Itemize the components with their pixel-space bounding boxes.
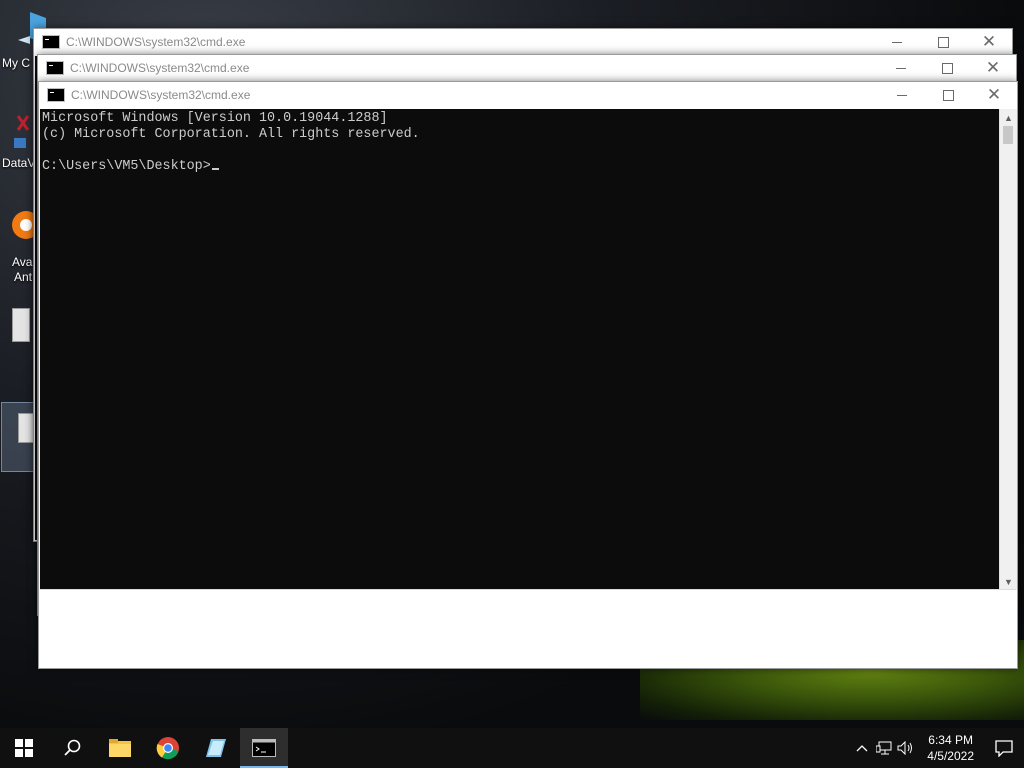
desktop-icon-label: DataV <box>2 156 36 170</box>
desktop-icon-label: Ava <box>12 255 33 269</box>
close-button[interactable]: ✕ <box>970 55 1016 81</box>
cmd-icon <box>252 739 276 757</box>
windows-start-icon <box>15 739 33 757</box>
maximize-button[interactable] <box>924 55 970 81</box>
window-titlebar[interactable]: C:\WINDOWS\system32\cmd.exe ✕ <box>38 55 1016 81</box>
show-hidden-icons-chevron-up-icon[interactable] <box>851 744 873 752</box>
chrome-button[interactable] <box>144 728 192 768</box>
datav-icon <box>14 115 30 148</box>
minimize-button[interactable] <box>878 55 924 81</box>
minimize-button[interactable] <box>874 29 920 55</box>
lower-window-area <box>40 589 1016 667</box>
clock-date: 4/5/2022 <box>927 749 974 763</box>
window-titlebar[interactable]: C:\WINDOWS\system32\cmd.exe ✕ <box>34 29 1012 55</box>
window-title: C:\WINDOWS\system32\cmd.exe <box>71 88 251 102</box>
close-button[interactable]: ✕ <box>966 29 1012 55</box>
cmd-icon <box>47 88 65 102</box>
window-titlebar[interactable]: C:\WINDOWS\system32\cmd.exe ✕ <box>39 82 1017 108</box>
file-icon <box>12 308 30 342</box>
minimize-icon <box>892 41 902 43</box>
search-button[interactable] <box>48 728 96 768</box>
maximize-icon <box>937 36 949 48</box>
minimize-icon <box>897 94 907 96</box>
console-prompt: C:\Users\VM5\Desktop> <box>42 159 211 174</box>
action-center-button[interactable] <box>984 728 1024 768</box>
search-icon <box>64 739 81 756</box>
cmd-icon <box>46 61 64 75</box>
minimize-button[interactable] <box>879 82 925 108</box>
maximize-button[interactable] <box>920 29 966 55</box>
clock-time: 6:34 PM <box>928 733 973 747</box>
cmd-window-front[interactable]: C:\WINDOWS\system32\cmd.exe ✕ Microsoft … <box>38 81 1018 669</box>
maximize-icon <box>942 89 954 101</box>
file-explorer-icon <box>109 739 131 757</box>
file-icon <box>18 413 34 443</box>
minimize-icon <box>896 67 906 69</box>
scroll-down-arrow-icon[interactable]: ▼ <box>1000 573 1017 590</box>
console-line: Microsoft Windows [Version 10.0.19044.12… <box>42 111 388 126</box>
window-title: C:\WINDOWS\system32\cmd.exe <box>66 35 246 49</box>
vertical-scrollbar[interactable]: ▲ ▼ <box>999 109 1017 590</box>
maximize-button[interactable] <box>925 82 971 108</box>
taskbar: 6:34 PM 4/5/2022 <box>0 728 1024 768</box>
notepad-icon <box>206 739 226 757</box>
window-title: C:\WINDOWS\system32\cmd.exe <box>70 61 250 75</box>
desktop-icon-label: Ant <box>14 270 33 284</box>
console-prompt-line: C:\Users\VM5\Desktop> <box>42 159 999 175</box>
system-tray: 6:34 PM 4/5/2022 <box>851 728 1024 768</box>
chrome-icon <box>156 737 179 760</box>
console-output[interactable]: Microsoft Windows [Version 10.0.19044.12… <box>40 109 999 590</box>
cmd-icon <box>42 35 60 49</box>
scroll-up-arrow-icon[interactable]: ▲ <box>1000 109 1017 126</box>
cmd-taskbar-button[interactable] <box>240 728 288 768</box>
scrollbar-thumb[interactable] <box>1003 126 1013 144</box>
console-line: (c) Microsoft Corporation. All rights re… <box>42 127 420 142</box>
network-icon[interactable] <box>873 741 895 755</box>
file-explorer-button[interactable] <box>96 728 144 768</box>
taskbar-clock[interactable]: 6:34 PM 4/5/2022 <box>917 732 984 764</box>
start-button[interactable] <box>0 728 48 768</box>
maximize-icon <box>941 62 953 74</box>
text-cursor <box>211 168 219 170</box>
close-button[interactable]: ✕ <box>971 82 1017 108</box>
notepad-button[interactable] <box>192 728 240 768</box>
desktop-icon-label: My C <box>2 56 30 70</box>
notification-icon <box>995 739 1013 757</box>
volume-icon[interactable] <box>895 741 917 755</box>
